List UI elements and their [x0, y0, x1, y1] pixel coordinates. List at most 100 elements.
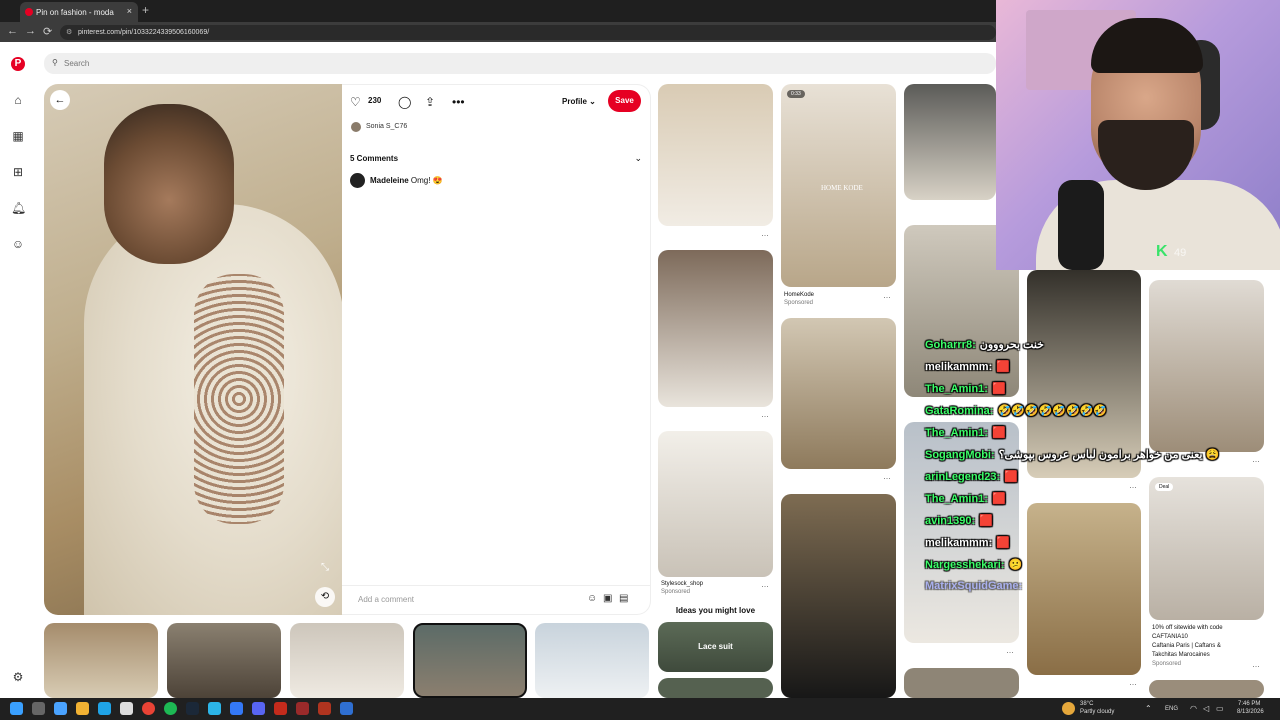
more-options-icon[interactable]: …	[761, 410, 769, 419]
thumbnail-image[interactable]	[167, 623, 281, 698]
pin-caption[interactable]: 10% off sitewide with code	[1152, 625, 1223, 631]
pin-image[interactable]: ← ⤡ ⟲	[44, 84, 342, 615]
chat-text: 🟥	[996, 361, 1010, 373]
grid-pin-image[interactable]	[1149, 680, 1264, 698]
url-field[interactable]: ⚙ pinterest.com/pin/1033224339506160069/	[60, 25, 996, 40]
thumbnail-image[interactable]	[44, 623, 158, 698]
more-options-icon[interactable]: …	[1006, 646, 1014, 655]
share-icon[interactable]: ⇪	[425, 95, 435, 109]
thumbnail-image[interactable]	[535, 623, 649, 698]
sticker-icon[interactable]: ▣	[603, 593, 612, 604]
battery-icon[interactable]: ▭	[1216, 704, 1224, 713]
forward-icon[interactable]: →	[25, 25, 36, 37]
more-options-icon[interactable]: …	[761, 229, 769, 238]
grid-pin-image[interactable]	[904, 84, 996, 200]
more-options-icon[interactable]: …	[1252, 660, 1260, 669]
pin-caption[interactable]: Caftania Paris | Caftans &	[1152, 643, 1221, 649]
chat-username: arinLegend23:	[925, 471, 1001, 483]
more-options-icon[interactable]: …	[883, 472, 891, 481]
pin-caption[interactable]: CAFTANIA10	[1152, 634, 1188, 640]
pin-caption[interactable]: HomeKode	[784, 292, 814, 298]
thumbnail-image[interactable]	[413, 623, 527, 698]
grid-pin-image[interactable]	[658, 84, 773, 226]
site-info-icon[interactable]: ⚙	[66, 28, 72, 36]
reload-icon[interactable]: ⟳	[43, 25, 52, 38]
search-icon[interactable]	[32, 702, 45, 715]
settings-gear-icon[interactable]: ⚙	[11, 670, 25, 684]
comment-icon[interactable]: ◯	[398, 95, 411, 109]
wifi-icon[interactable]: ◠	[1190, 704, 1197, 713]
start-icon[interactable]	[10, 702, 23, 715]
messages-icon[interactable]: ☺	[11, 237, 25, 251]
chrome-icon[interactable]	[142, 702, 155, 715]
chevron-down-icon[interactable]: ⌄	[634, 153, 642, 164]
save-button[interactable]: Save	[608, 90, 641, 112]
windows-taskbar: 38°C Partly cloudy ⌃ ENG ◠ ◁ ▭ 7:46 PM 8…	[0, 698, 1280, 720]
more-options-icon[interactable]: •••	[452, 95, 465, 109]
add-comment-field[interactable]: Add a comment ☺ ▣ ▤	[342, 585, 651, 613]
heart-icon[interactable]: ♡	[350, 95, 361, 109]
tab-title: Pin on fashion - moda	[36, 8, 114, 17]
edge-icon[interactable]	[98, 702, 111, 715]
grid-pin-image[interactable]	[658, 431, 773, 577]
expand-icon[interactable]: ⤡	[315, 558, 335, 578]
more-options-icon[interactable]: …	[1129, 678, 1137, 687]
stream-chat-overlay: Goharrr8: خنت بحرووون melikammm: 🟥 The_Ami…	[925, 336, 1219, 606]
back-icon[interactable]: ←	[7, 25, 18, 37]
close-tab-icon[interactable]: ×	[127, 6, 132, 16]
language-indicator[interactable]: ENG	[1165, 706, 1178, 712]
grid-pin-image[interactable]	[904, 668, 1019, 698]
obs-icon[interactable]	[274, 702, 287, 715]
search-input[interactable]: ⚲ Search	[44, 53, 996, 74]
telegram-icon[interactable]	[208, 702, 221, 715]
grid-pin-image[interactable]	[781, 318, 896, 469]
discord-icon[interactable]	[252, 702, 265, 715]
image-icon[interactable]: ▤	[619, 593, 628, 604]
new-tab-icon[interactable]: +	[142, 3, 149, 17]
profile-dropdown[interactable]: Profile ⌄	[562, 97, 596, 106]
chat-username: Goharrr8:	[925, 339, 976, 351]
idea-card[interactable]: Lace suit	[658, 622, 773, 672]
task-view-icon[interactable]	[54, 702, 67, 715]
chat-username: melikammm:	[925, 537, 993, 549]
weather-icon[interactable]	[1062, 702, 1075, 715]
volume-icon[interactable]: ◁	[1203, 704, 1209, 713]
explore-icon[interactable]: ▦	[11, 129, 25, 143]
more-options-icon[interactable]: …	[761, 580, 769, 589]
clock-date[interactable]: 8/13/2026	[1237, 709, 1264, 715]
app-icon[interactable]	[230, 702, 243, 715]
clock-time[interactable]: 7:46 PM	[1238, 701, 1260, 707]
app-icon[interactable]	[340, 702, 353, 715]
chat-text: 🟥	[991, 427, 1006, 439]
comment-avatar[interactable]	[350, 173, 365, 188]
app-icon[interactable]	[318, 702, 331, 715]
emoji-icon[interactable]: ☺	[587, 593, 597, 604]
more-options-icon[interactable]: …	[1252, 455, 1260, 464]
more-options-icon[interactable]: …	[883, 291, 891, 300]
pin-caption[interactable]: Takchitas Marocaines	[1152, 652, 1210, 658]
comment-author[interactable]: Madeleine	[370, 176, 409, 185]
chat-text: 🟥	[991, 493, 1006, 505]
back-arrow-icon[interactable]: ←	[50, 90, 70, 110]
grid-pin-image[interactable]	[781, 494, 896, 698]
visual-search-icon[interactable]: ⟲	[315, 587, 335, 607]
grid-pin-image[interactable]	[658, 678, 773, 698]
tray-chevron-icon[interactable]: ⌃	[1145, 704, 1152, 713]
browser-tab[interactable]: Pin on fashion - moda ×	[20, 2, 138, 22]
file-explorer-icon[interactable]	[76, 702, 89, 715]
notifications-bell-icon[interactable]: 🔔︎	[11, 201, 26, 215]
grid-pin-image[interactable]	[658, 250, 773, 407]
thumbnail-image[interactable]	[290, 623, 404, 698]
comments-title[interactable]: 5 Comments	[350, 154, 398, 163]
home-icon[interactable]: ⌂	[11, 93, 25, 107]
create-icon[interactable]: ⊞	[11, 165, 25, 179]
pin-owner-name[interactable]: Sonia S_C76	[366, 123, 407, 130]
pin-caption[interactable]: Stylesock_shop	[661, 581, 703, 587]
app-icon[interactable]	[296, 702, 309, 715]
steam-icon[interactable]	[186, 702, 199, 715]
pinterest-logo-icon[interactable]: P	[11, 57, 25, 71]
notepad-icon[interactable]	[120, 702, 133, 715]
spotify-icon[interactable]	[164, 702, 177, 715]
grid-pin-video[interactable]: 0:33 HOME KODE	[781, 84, 896, 287]
avatar[interactable]	[351, 122, 361, 132]
